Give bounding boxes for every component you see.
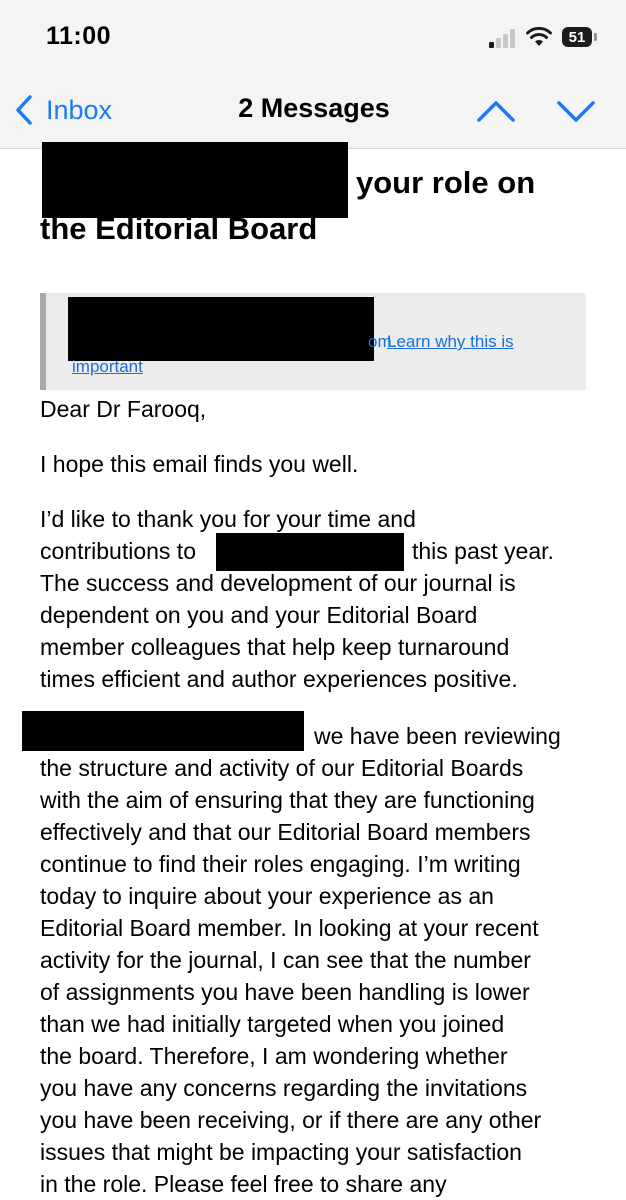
paragraph-3-redaction — [22, 711, 304, 751]
subject-line-2: the Editorial Board — [40, 211, 318, 246]
battery-body: 51 — [562, 27, 592, 47]
paragraph-2-line: member colleagues that help keep turnaro… — [40, 634, 510, 660]
cellular-signal-icon — [489, 29, 515, 48]
subject-line-1: your role on — [356, 165, 536, 200]
paragraph-3-line: today to inquire about your experience a… — [40, 883, 494, 909]
paragraph-3-line: of assignments you have been handling is… — [40, 979, 530, 1005]
paragraph-2-line: dependent on you and your Editorial Boar… — [40, 602, 478, 628]
paragraph-3-line: than we had initially targeted when you … — [40, 1011, 505, 1037]
previous-message-button[interactable] — [476, 94, 516, 128]
back-to-inbox-button[interactable]: Inbox — [12, 90, 112, 130]
back-label: Inbox — [46, 94, 113, 125]
status-time: 11:00 — [46, 22, 112, 50]
paragraph-1: I hope this email finds you well. — [40, 451, 359, 477]
paragraph-3-line: with the aim of ensuring that they are f… — [40, 787, 535, 813]
paragraph-2-line: contributions to — [40, 538, 196, 564]
mail-header: 11:00 51 Inbox 2 Messages — [0, 0, 626, 149]
notice-redaction — [68, 297, 374, 361]
paragraph-3-line: issues that might be impacting your sati… — [40, 1139, 522, 1165]
learn-why-link[interactable]: Learn why this is — [387, 329, 514, 354]
battery-percentage: 51 — [568, 28, 586, 46]
paragraph-3-line: effectively and that our Editorial Board… — [40, 819, 531, 845]
paragraph-3-line: the board. Therefore, I am wondering whe… — [40, 1043, 508, 1069]
battery-tip — [594, 33, 597, 41]
battery-icon: 51 — [562, 27, 598, 49]
journal-name-redaction — [216, 533, 404, 571]
paragraph-3-line: you have been receiving, or if there are… — [40, 1107, 542, 1133]
paragraph-2-line: this past year. — [412, 538, 554, 564]
paragraph-3-line: we have been reviewing — [314, 723, 561, 749]
paragraph-2-line: times efficient and author experiences p… — [40, 666, 518, 692]
paragraph-3-line: continue to find their roles engaging. I… — [40, 851, 521, 877]
greeting: Dear Dr Farooq, — [40, 396, 207, 422]
chevron-left-icon — [16, 95, 32, 125]
paragraph-3-line: you have any concerns regarding the invi… — [40, 1075, 528, 1101]
paragraph-2-line: The success and development of our journ… — [40, 570, 516, 596]
wifi-icon — [526, 26, 552, 46]
paragraph-3-line: activity for the journal, I can see that… — [40, 947, 531, 973]
paragraph-2-line: I’d like to thank you for your time and — [40, 506, 416, 532]
message-count: 2 Messages — [238, 93, 390, 123]
learn-why-link-continued[interactable]: important — [72, 354, 143, 379]
paragraph-3-line: the structure and activity of our Editor… — [40, 755, 524, 781]
paragraph-3-line: in the role. Please feel free to share a… — [40, 1171, 447, 1197]
external-sender-notice: om. Learn why this is important — [40, 293, 586, 390]
next-message-button[interactable] — [556, 94, 596, 128]
paragraph-3-line: Editorial Board member. In looking at yo… — [40, 915, 539, 941]
